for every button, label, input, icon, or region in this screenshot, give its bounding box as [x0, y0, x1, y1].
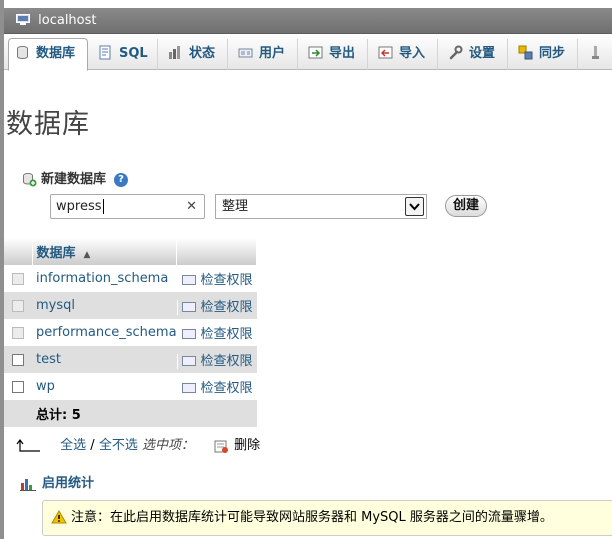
database-icon	[17, 46, 28, 59]
row-checkbox[interactable]	[12, 326, 24, 339]
tab-status[interactable]: 状态	[162, 39, 228, 70]
tab-label: 同步	[539, 46, 566, 61]
check-privileges-label: 检查权限	[200, 354, 253, 369]
chevron-down-icon[interactable]	[405, 197, 424, 216]
check-privileges-link[interactable]: 检查权限	[176, 354, 253, 369]
enable-statistics-link[interactable]: 启用统计	[20, 472, 94, 491]
wrench-icon	[449, 45, 463, 60]
enable-statistics-label: 启用统计	[42, 476, 95, 491]
row-checkbox[interactable]	[12, 272, 24, 285]
sql-icon	[99, 45, 111, 60]
create-button[interactable]: 创建	[445, 195, 487, 217]
header-database-label: 数据库	[36, 246, 76, 261]
database-name-input[interactable]: wpress ✕	[50, 194, 205, 219]
table-row: mysql 检查权限	[4, 292, 257, 319]
drop-icon	[214, 440, 229, 453]
window-top-strip	[0, 0, 612, 8]
server-title: localhost	[38, 13, 97, 28]
row-checkbox[interactable]	[12, 299, 24, 312]
tab-label: 设置	[469, 46, 496, 61]
check-privileges-link[interactable]: 检查权限	[176, 381, 253, 396]
check-privileges-label: 检查权限	[200, 273, 253, 288]
status-icon	[169, 46, 180, 59]
check-privileges-link[interactable]: 检查权限	[176, 327, 253, 342]
tab-label: 导出	[329, 46, 356, 61]
drop-button[interactable]: 删除	[234, 438, 260, 453]
privileges-icon	[181, 328, 196, 339]
warning-icon	[51, 509, 67, 523]
tab-sync[interactable]: 同步	[512, 39, 578, 70]
more-tab-icon	[592, 46, 599, 59]
row-checkbox[interactable]	[12, 353, 24, 366]
tab-label: SQL	[119, 46, 148, 61]
database-link[interactable]: performance_schema	[32, 325, 177, 340]
help-icon[interactable]: ?	[114, 172, 129, 187]
create-database-heading: 新建数据库?	[22, 168, 129, 187]
bar-chart-icon	[20, 478, 36, 491]
table-header-row: 数据库 ▲	[4, 238, 258, 265]
selection-separator: /	[90, 438, 95, 453]
create-database-label: 新建数据库	[41, 172, 107, 187]
selection-controls: 全选 / 全不选 选中项： 删除	[16, 434, 260, 453]
arrow-back-icon	[16, 438, 40, 452]
database-link[interactable]: wp	[32, 379, 55, 394]
tab-sql[interactable]: SQL	[92, 39, 158, 70]
page-title: 数据库	[6, 109, 90, 140]
collation-select[interactable]: 整理	[215, 194, 427, 219]
notice-text: 注意：在此启用数据库统计可能导致网站服务器和 MySQL 服务器之间的流量骤增。	[71, 510, 553, 525]
check-privileges-link[interactable]: 检查权限	[176, 273, 253, 288]
privileges-icon	[181, 274, 196, 285]
clear-icon[interactable]: ✕	[186, 195, 197, 218]
database-link[interactable]: test	[32, 352, 61, 367]
sync-icon	[518, 45, 533, 60]
export-icon	[308, 46, 323, 59]
tab-label: 导入	[399, 46, 426, 61]
check-privileges-label: 检查权限	[200, 300, 253, 315]
database-link[interactable]: mysql	[32, 298, 75, 313]
text-caret	[102, 199, 104, 214]
import-icon	[378, 46, 393, 59]
header-database[interactable]: 数据库 ▲	[32, 238, 178, 265]
check-privileges-label: 检查权限	[200, 327, 253, 342]
main-tab-bar: 数据库 SQL 状态 用户 导出 导入 设置 同步	[4, 34, 612, 71]
new-database-icon	[23, 173, 37, 187]
server-breadcrumb[interactable]: localhost	[4, 8, 612, 34]
table-row: wp 检查权限	[4, 373, 257, 400]
select-all-link[interactable]: 全选	[60, 438, 86, 453]
tab-more[interactable]	[582, 39, 612, 70]
table-row: information_schema 检查权限	[4, 265, 257, 292]
tab-label: 状态	[189, 46, 216, 61]
header-checkbox-cell	[4, 238, 33, 265]
tab-users[interactable]: 用户	[232, 39, 298, 70]
with-selected-label: 选中项：	[141, 438, 194, 453]
users-icon	[238, 48, 253, 58]
database-name-value: wpress	[56, 199, 102, 214]
check-privileges-label: 检查权限	[200, 381, 253, 396]
privileges-icon	[181, 301, 196, 312]
sort-asc-icon: ▲	[83, 250, 91, 260]
table-row: test 检查权限	[4, 346, 257, 373]
server-icon	[16, 13, 30, 25]
check-privileges-link[interactable]: 检查权限	[176, 300, 253, 315]
table-row: performance_schema 检查权限	[4, 319, 257, 346]
tab-import[interactable]: 导入	[372, 39, 438, 70]
privileges-icon	[181, 382, 196, 393]
header-actions-cell	[176, 238, 258, 265]
row-checkbox[interactable]	[12, 380, 24, 393]
collation-value: 整理	[222, 199, 249, 214]
tab-label: 数据库	[36, 46, 76, 61]
tab-export[interactable]: 导出	[302, 39, 368, 70]
tab-settings[interactable]: 设置	[442, 39, 508, 70]
deselect-all-link[interactable]: 全不选	[99, 438, 138, 453]
database-table: 数据库 ▲ information_schema 检查权限 mysql 检查权限 …	[4, 238, 258, 427]
table-footer-row: 总计: 5	[4, 400, 257, 427]
database-link[interactable]: information_schema	[32, 271, 168, 286]
privileges-icon	[181, 355, 196, 366]
total-count: 总计: 5	[36, 408, 81, 423]
tab-label: 用户	[259, 46, 286, 61]
notice-box: 注意：在此启用数据库统计可能导致网站服务器和 MySQL 服务器之间的流量骤增。	[42, 500, 612, 536]
tab-databases[interactable]: 数据库	[8, 38, 88, 71]
